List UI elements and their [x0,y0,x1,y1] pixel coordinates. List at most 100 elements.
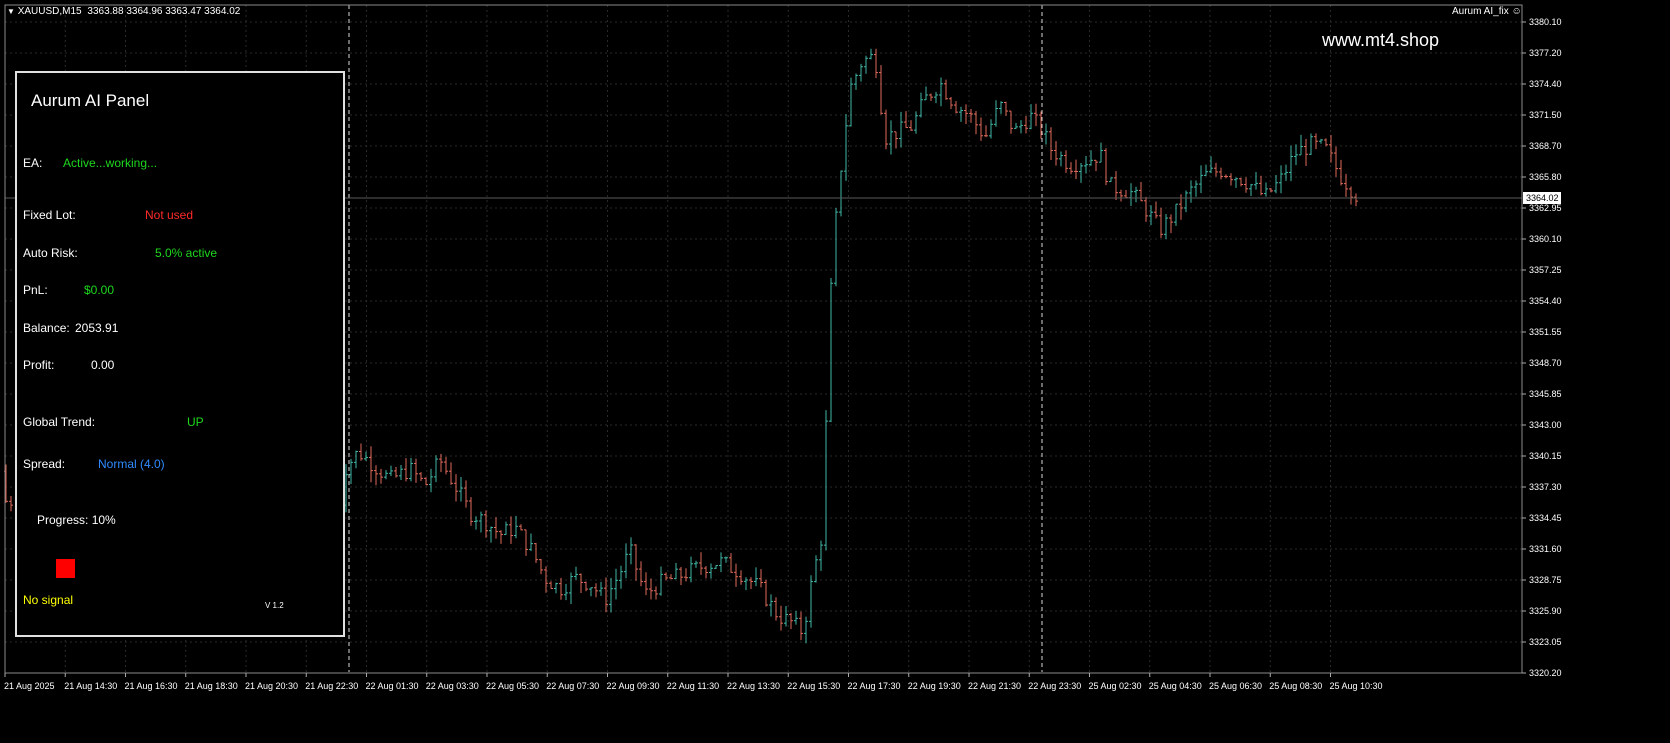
time-tick-label: 25 Aug 08:30 [1269,681,1322,691]
candle [519,524,523,531]
price-tick-label: 3334.45 [1529,513,1562,523]
candle [469,497,473,526]
price-tick-label: 3365.80 [1529,172,1562,182]
candle [614,568,618,600]
candle [454,474,458,502]
candle [1344,173,1348,197]
candle [754,567,758,587]
time-tick-label: 25 Aug 10:30 [1330,681,1383,691]
candle [1334,146,1338,177]
candle [1274,174,1278,194]
candle [1294,144,1298,166]
indicator-name: Aurum AI_fix [1452,6,1509,17]
time-tick-label: 22 Aug 13:30 [727,681,780,691]
candle [604,577,608,613]
candle [434,455,438,483]
candle [569,572,573,605]
candle [534,543,538,564]
candle [1234,177,1238,188]
time-tick-label: 25 Aug 02:30 [1089,681,1142,691]
time-tick-label: 21 Aug 20:30 [245,681,298,691]
candle [1249,183,1253,197]
ea-label: EA: [23,156,43,170]
time-tick-label: 22 Aug 07:30 [546,681,599,691]
candle [1164,213,1168,239]
time-tick-label: 22 Aug 01:30 [366,681,419,691]
candle [1194,180,1198,197]
candle [949,97,953,110]
candle [439,453,443,473]
candle [459,477,463,502]
price-tick-label: 3343.00 [1529,420,1562,430]
candle [1044,123,1048,145]
candle [1094,159,1098,172]
candle [799,611,803,641]
candle [374,465,378,486]
candle [1014,123,1018,129]
price-axis: 3380.10 3377.20 3374.40 3371.50 3368.70 3365.… [1522,17,1562,678]
ea-status: Active...working... [63,156,158,170]
candle [1279,165,1283,194]
price-tick-label: 3360.10 [1529,234,1562,244]
auto-risk-value: 5.0% active [155,246,218,260]
candle [1124,189,1128,199]
time-tick-label: 25 Aug 04:30 [1149,681,1202,691]
symbol-dropdown-icon[interactable]: ▼ [7,7,15,16]
indicator-label[interactable]: Aurum AI_fix ☺ [1452,6,1522,17]
candle [599,581,603,596]
candle [849,77,853,127]
candle [1214,162,1218,177]
price-tick-label: 3371.50 [1529,110,1562,120]
candle [1079,163,1083,183]
candle [1349,186,1353,205]
candle [579,573,583,593]
candle [729,553,733,573]
candle [649,578,653,600]
candle [679,566,683,586]
candle [564,583,568,601]
candle [364,451,368,461]
time-tick-label: 22 Aug 23:30 [1028,681,1081,691]
candle [1069,162,1073,175]
candle [404,458,408,482]
candle [689,556,693,583]
candle [644,572,648,596]
candle [584,581,588,592]
candle [984,125,988,138]
candle [904,111,908,129]
candle [779,605,783,631]
candle [1299,134,1303,156]
candle [1034,103,1038,127]
smiley-icon: ☺ [1511,6,1522,17]
candle [1024,115,1028,134]
price-tick-label: 3380.10 [1529,17,1562,27]
candle [1239,177,1243,187]
candle [829,277,833,423]
candle [1354,193,1358,207]
price-tick-label: 3348.70 [1529,358,1562,368]
candle [884,109,888,150]
candle [464,480,468,508]
price-tick-label: 3377.20 [1529,48,1562,58]
time-tick-label: 21 Aug 22:30 [305,681,358,691]
candle [859,63,863,82]
candle [879,65,883,115]
candle [509,516,513,544]
candle [529,533,533,552]
candle [659,566,663,596]
time-tick-label: 22 Aug 05:30 [486,681,539,691]
time-tick-label: 21 Aug 18:30 [185,681,238,691]
profit-value: 0.00 [91,358,115,372]
candle [504,521,508,535]
candle [539,558,543,575]
candle [1264,182,1268,197]
candle [804,616,808,644]
candle [924,86,928,101]
time-tick-label: 22 Aug 03:30 [426,681,479,691]
candle [1129,183,1133,206]
candle [809,575,813,628]
candle [1259,175,1263,196]
candle [769,594,773,617]
candle [1314,133,1318,150]
candle [1309,133,1313,155]
